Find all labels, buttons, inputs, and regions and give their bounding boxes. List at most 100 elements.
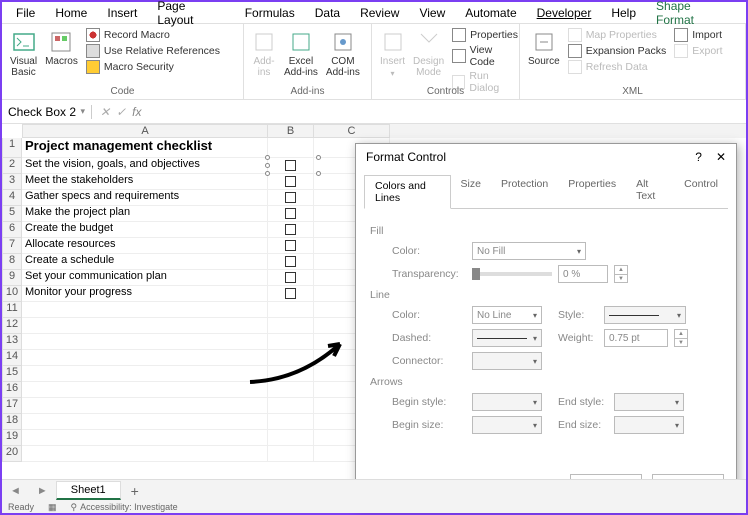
cell-b11[interactable] [268, 302, 314, 318]
source-button[interactable]: Source [528, 28, 560, 67]
cell-a15[interactable] [22, 366, 268, 382]
cell-b3[interactable] [268, 174, 314, 190]
cell-a13[interactable] [22, 334, 268, 350]
com-addins-button[interactable]: COM Add-ins [326, 28, 360, 78]
menu-file[interactable]: File [6, 4, 45, 22]
accessibility-status[interactable]: ⚲Accessibility: Investigate [71, 502, 178, 513]
cell-a9[interactable]: Set your communication plan [22, 270, 268, 286]
checkbox-row10[interactable] [285, 288, 296, 299]
cell-a20[interactable] [22, 446, 268, 462]
properties-button[interactable]: Properties [452, 28, 518, 42]
cell-b9[interactable] [268, 270, 314, 286]
sheet-nav-next[interactable]: ► [29, 485, 56, 497]
cell-a17[interactable] [22, 398, 268, 414]
cell-b6[interactable] [268, 222, 314, 238]
dialog-tab-size[interactable]: Size [451, 174, 491, 208]
cell-b14[interactable] [268, 350, 314, 366]
dialog-tab-alt-text[interactable]: Alt Text [626, 174, 674, 208]
visual-basic-button[interactable]: Visual Basic [10, 28, 37, 78]
cell-a14[interactable] [22, 350, 268, 366]
transparency-slider[interactable] [472, 272, 552, 276]
checkbox-row5[interactable] [285, 208, 296, 219]
cell-a2[interactable]: Set the vision, goals, and objectives [22, 158, 268, 174]
menu-insert[interactable]: Insert [97, 4, 147, 22]
line-style-combo[interactable]: ▾ [604, 306, 686, 324]
cell-b13[interactable] [268, 334, 314, 350]
expansion-packs-button[interactable]: Expansion Packs [568, 44, 667, 58]
sheet-tab-sheet1[interactable]: Sheet1 [56, 481, 121, 500]
macros-status-icon[interactable]: ▦ [48, 502, 57, 513]
checkbox-row7[interactable] [285, 240, 296, 251]
cell-b16[interactable] [268, 382, 314, 398]
cell-a6[interactable]: Create the budget [22, 222, 268, 238]
menu-home[interactable]: Home [45, 4, 97, 22]
check-icon[interactable]: ✓ [116, 105, 126, 119]
checkbox-row3[interactable] [285, 176, 296, 187]
checkbox-row9[interactable] [285, 272, 296, 283]
cell-a18[interactable] [22, 414, 268, 430]
menu-review[interactable]: Review [350, 4, 409, 22]
dashed-combo[interactable]: ▾ [472, 329, 542, 347]
cell-b12[interactable] [268, 318, 314, 334]
menu-automate[interactable]: Automate [455, 4, 526, 22]
cell-b19[interactable] [268, 430, 314, 446]
cell-a7[interactable]: Allocate resources [22, 238, 268, 254]
fill-color-combo[interactable]: No Fill▾ [472, 242, 586, 260]
sheet-nav-prev[interactable]: ◄ [2, 485, 29, 497]
checkbox-row4[interactable] [285, 192, 296, 203]
use-relative-refs-button[interactable]: Use Relative References [86, 44, 220, 58]
cell-a3[interactable]: Meet the stakeholders [22, 174, 268, 190]
menu-help[interactable]: Help [601, 4, 646, 22]
close-icon[interactable]: ✕ [716, 150, 726, 164]
cell-a4[interactable]: Gather specs and requirements [22, 190, 268, 206]
cell-b17[interactable] [268, 398, 314, 414]
cell-b4[interactable] [268, 190, 314, 206]
menu-view[interactable]: View [409, 4, 455, 22]
menu-formulas[interactable]: Formulas [235, 4, 305, 22]
cell-b15[interactable] [268, 366, 314, 382]
menu-data[interactable]: Data [305, 4, 350, 22]
column-headers[interactable]: ABC [22, 124, 746, 138]
cell-a11[interactable] [22, 302, 268, 318]
transparency-value[interactable]: 0 % [558, 265, 608, 283]
new-sheet-button[interactable]: + [121, 483, 149, 499]
cell-b20[interactable] [268, 446, 314, 462]
cell-b8[interactable] [268, 254, 314, 270]
cell-a16[interactable] [22, 382, 268, 398]
record-macro-button[interactable]: Record Macro [86, 28, 220, 42]
dialog-tab-protection[interactable]: Protection [491, 174, 558, 208]
dialog-tab-control[interactable]: Control [674, 174, 728, 208]
macro-security-button[interactable]: Macro Security [86, 60, 220, 74]
cell-a8[interactable]: Create a schedule [22, 254, 268, 270]
cell-a10[interactable]: Monitor your progress [22, 286, 268, 302]
cell-b10[interactable] [268, 286, 314, 302]
weight-combo[interactable]: 0.75 pt [604, 329, 668, 347]
import-button[interactable]: Import [674, 28, 722, 42]
cell-a12[interactable] [22, 318, 268, 334]
help-icon[interactable]: ? [695, 150, 702, 164]
excel-addins-button[interactable]: Excel Add-ins [284, 28, 318, 78]
cancel-icon[interactable]: ✕ [100, 105, 110, 119]
cells-area[interactable]: Project management checklistSet the visi… [22, 138, 390, 462]
weight-spinner[interactable]: ▲▼ [674, 329, 688, 347]
transparency-spinner[interactable]: ▲▼ [614, 265, 628, 283]
end-style-combo: ▾ [614, 393, 684, 411]
view-code-button[interactable]: View Code [452, 44, 518, 68]
checkbox-row8[interactable] [285, 256, 296, 267]
cell-b7[interactable] [268, 238, 314, 254]
menu-developer[interactable]: Developer [527, 4, 602, 22]
cell-b1[interactable] [268, 138, 314, 158]
fx-label[interactable]: fx [132, 105, 141, 119]
macros-button[interactable]: Macros [45, 28, 78, 67]
checkbox-row6[interactable] [285, 224, 296, 235]
dialog-tab-colors-and-lines[interactable]: Colors and Lines [364, 175, 451, 209]
cell-a19[interactable] [22, 430, 268, 446]
line-color-combo[interactable]: No Line▾ [472, 306, 542, 324]
cell-b18[interactable] [268, 414, 314, 430]
cell-a5[interactable]: Make the project plan [22, 206, 268, 222]
row-headers[interactable]: 1234567891011121314151617181920 [2, 138, 22, 462]
cell-a1[interactable]: Project management checklist [22, 138, 268, 158]
name-box[interactable]: Check Box 2▾ [2, 105, 92, 119]
dialog-tab-properties[interactable]: Properties [558, 174, 626, 208]
cell-b5[interactable] [268, 206, 314, 222]
